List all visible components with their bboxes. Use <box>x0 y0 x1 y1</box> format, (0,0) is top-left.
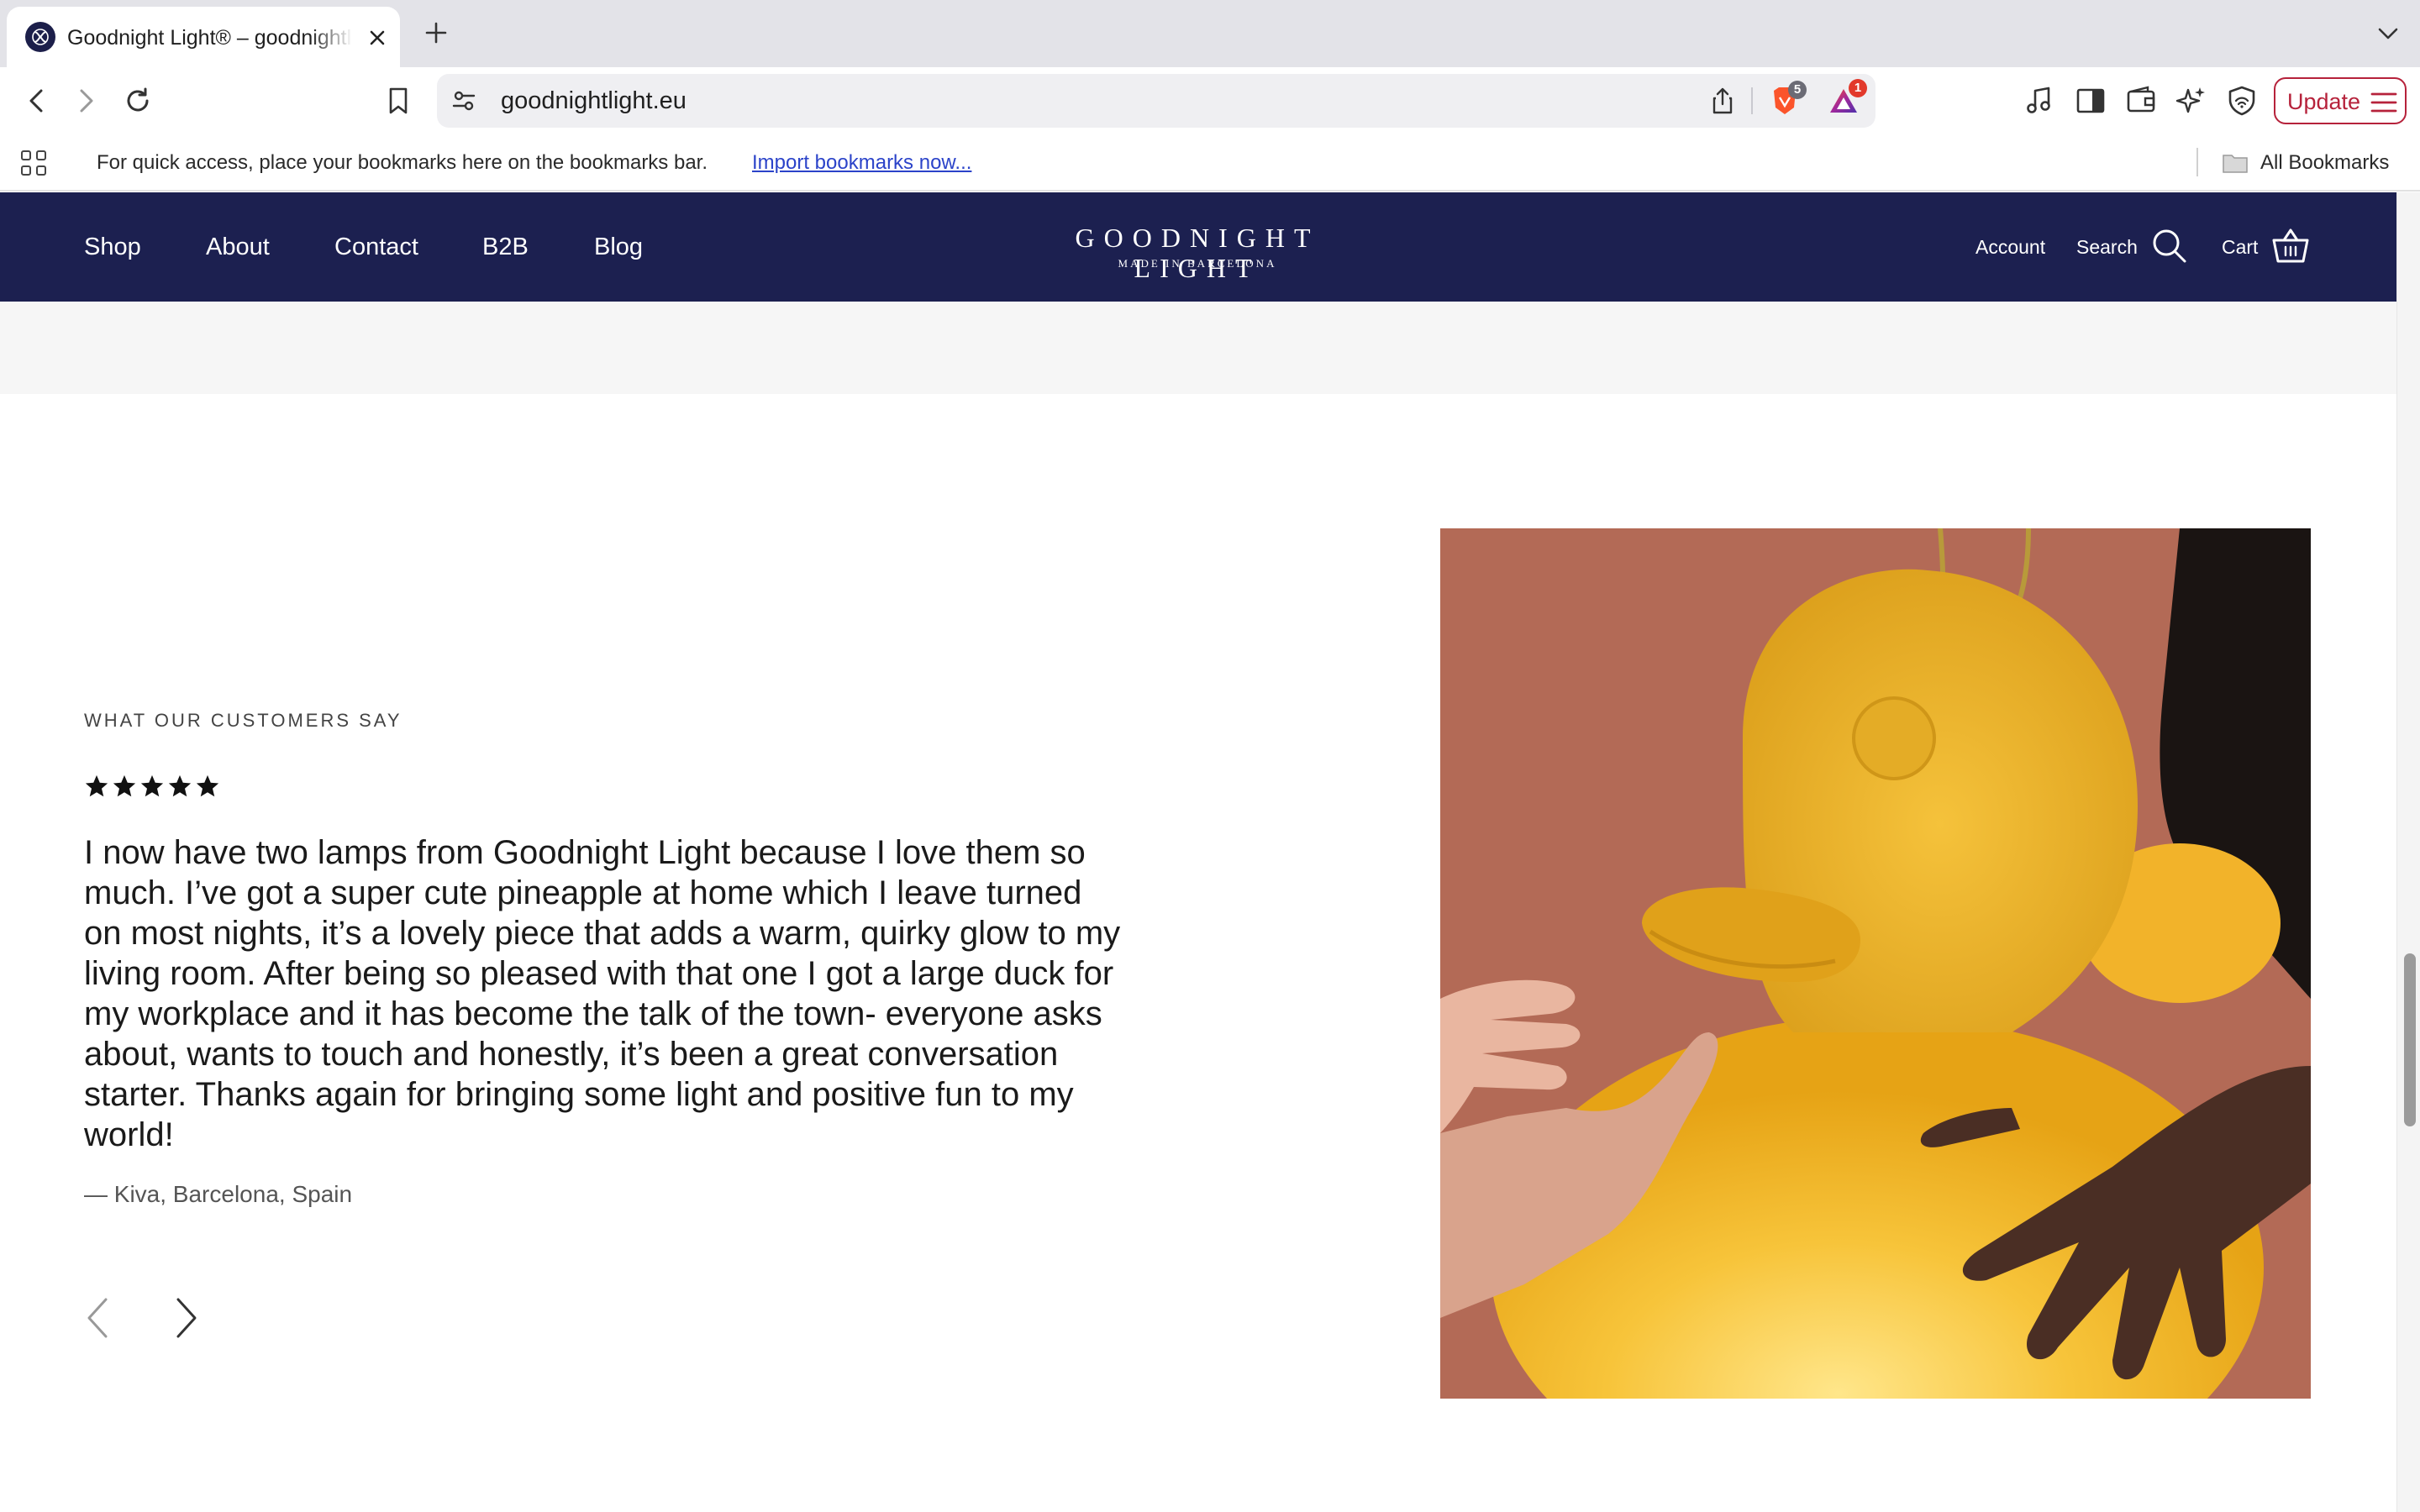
browser-tab-active[interactable]: Goodnight Light® – goodnightlight.eu <box>7 7 400 67</box>
tab-title: Goodnight Light® – goodnightlight.eu <box>67 26 353 50</box>
nav-link-blog[interactable]: Blog <box>594 233 643 261</box>
brave-rewards-icon[interactable]: 1 <box>1825 79 1867 119</box>
close-tab-icon[interactable] <box>363 24 392 52</box>
star-icon <box>140 774 164 797</box>
folder-icon <box>2222 151 2249 175</box>
nav-link-shop[interactable]: Shop <box>84 233 141 261</box>
site-settings-icon[interactable] <box>449 86 479 116</box>
back-arrow-icon[interactable] <box>18 82 55 119</box>
star-icon <box>168 774 192 797</box>
update-button[interactable]: Update <box>2274 77 2407 124</box>
bookmarks-bar: For quick access, place your bookmarks h… <box>0 134 2420 192</box>
wallet-icon[interactable] <box>2123 82 2160 119</box>
star-icon <box>196 774 219 797</box>
url-text[interactable]: goodnightlight.eu <box>501 86 687 116</box>
browser-tab-strip: Goodnight Light® – goodnightlight.eu <box>0 0 2420 67</box>
scrollbar-thumb[interactable] <box>2404 953 2416 1126</box>
cart-link[interactable]: Cart <box>2222 234 2258 260</box>
testimonial-author: — Kiva, Barcelona, Spain <box>84 1181 353 1207</box>
site-logo-tagline: MADE IN BARCELONA <box>1118 257 1277 270</box>
site-header: Shop About Contact B2B Blog GOODNIGHT LI… <box>0 192 2396 302</box>
update-label: Update <box>2287 89 2361 114</box>
sidebar-toggle-icon[interactable] <box>2072 82 2109 119</box>
rewards-count-badge: 1 <box>1849 79 1867 97</box>
search-icon[interactable] <box>2149 226 2190 266</box>
search-link[interactable]: Search <box>2076 234 2138 260</box>
site-favicon-icon <box>25 22 55 52</box>
leo-ai-sparkle-icon[interactable] <box>2173 82 2210 119</box>
web-page: Shop About Contact B2B Blog GOODNIGHT LI… <box>0 192 2396 1512</box>
nav-link-b2b[interactable]: B2B <box>482 233 529 261</box>
vpn-shield-icon[interactable] <box>2223 82 2260 119</box>
nav-link-contact[interactable]: Contact <box>334 233 418 261</box>
testimonial-quote: I now have two lamps from Goodnight Ligh… <box>84 834 1121 1153</box>
brave-shields-icon[interactable]: 5 <box>1766 81 1807 119</box>
bookmarks-hint-text: For quick access, place your bookmarks h… <box>97 151 708 174</box>
nav-link-about[interactable]: About <box>206 233 270 261</box>
hamburger-menu-icon <box>2370 91 2398 114</box>
page-scrollbar[interactable] <box>2396 192 2420 1512</box>
testimonials-eyebrow: WHAT OUR CUSTOMERS SAY <box>84 710 402 731</box>
new-tab-plus-icon[interactable] <box>420 17 452 49</box>
star-rating <box>84 774 220 801</box>
shields-count-badge: 5 <box>1788 81 1807 99</box>
music-note-icon[interactable] <box>2022 82 2059 119</box>
browser-toolbar: goodnightlight.eu 5 1 Update <box>0 67 2420 134</box>
star-icon <box>85 774 108 797</box>
import-bookmarks-link[interactable]: Import bookmarks now... <box>752 150 971 176</box>
tab-list-chevron-down-icon[interactable] <box>2373 18 2403 49</box>
share-icon[interactable] <box>1707 86 1738 116</box>
address-bar-divider <box>1751 87 1753 114</box>
duck-lamp-photo <box>1440 528 2311 1399</box>
bookmarks-divider <box>2196 148 2198 176</box>
site-logo[interactable]: GOODNIGHT LIGHT <box>1008 223 1386 283</box>
chevron-right-icon[interactable] <box>170 1293 203 1343</box>
star-icon <box>113 774 136 797</box>
address-bar[interactable]: goodnightlight.eu 5 1 <box>437 74 1876 128</box>
account-link[interactable]: Account <box>1975 234 2045 260</box>
reload-icon[interactable] <box>119 82 156 119</box>
section-spacer <box>0 302 2396 394</box>
basket-icon[interactable] <box>2270 226 2311 266</box>
forward-arrow-icon[interactable] <box>67 82 104 119</box>
bookmark-icon[interactable] <box>380 82 417 119</box>
chevron-left-icon[interactable] <box>81 1293 114 1343</box>
apps-grid-icon[interactable] <box>18 148 49 178</box>
all-bookmarks-button[interactable]: All Bookmarks <box>2260 150 2389 176</box>
